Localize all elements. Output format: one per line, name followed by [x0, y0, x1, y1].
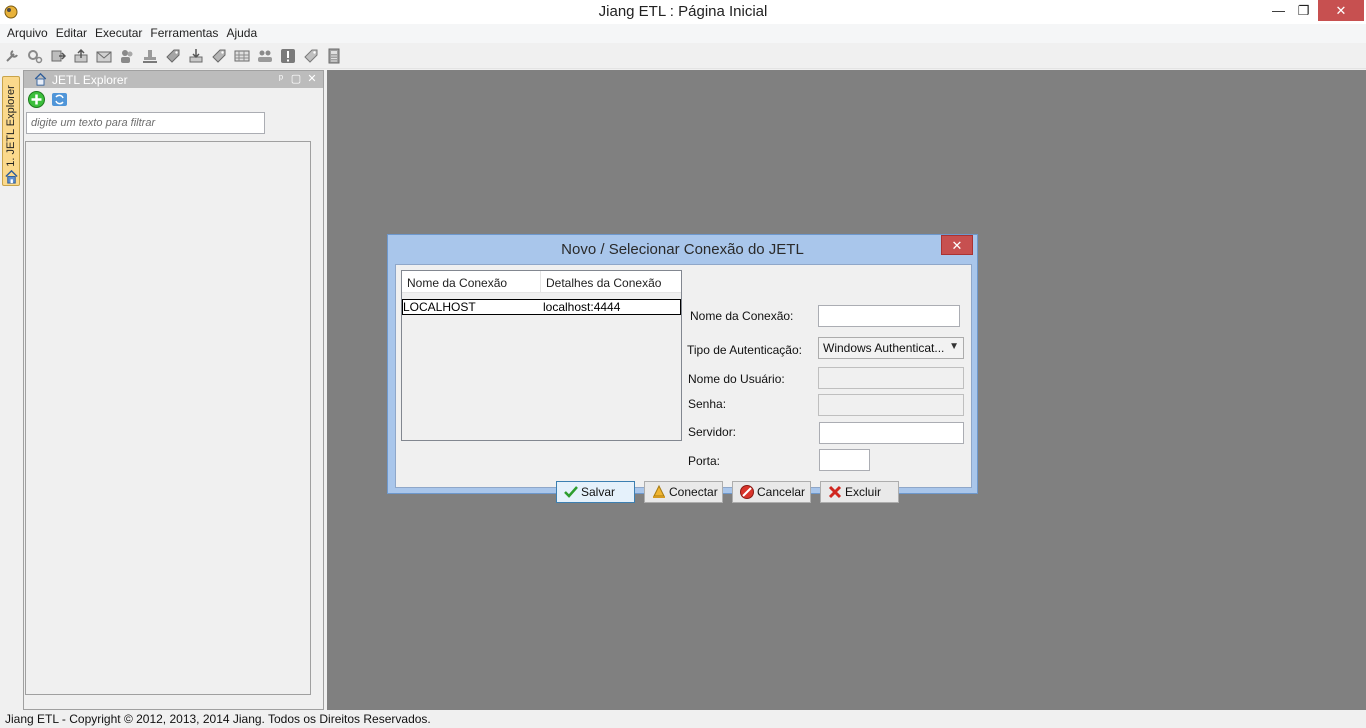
window-title: Jiang ETL : Página Inicial — [598, 3, 768, 20]
dialog-body: Nome da Conexão Detalhes da Conexão LOCA… — [395, 264, 972, 503]
close-icon — [828, 485, 842, 499]
table-row[interactable]: LOCALHOST localhost:4444 — [402, 299, 681, 315]
port-field[interactable] — [819, 449, 870, 471]
group-icon[interactable] — [257, 48, 273, 64]
menu-ferramentas[interactable]: Ferramentas — [146, 24, 222, 42]
column-header-name[interactable]: Nome da Conexão — [407, 276, 507, 290]
pin-icon[interactable]: ᵖ — [275, 72, 287, 86]
delete-button-label: Excluir — [845, 485, 882, 499]
menu-bar: Arquivo Editar Executar Ferramentas Ajuda — [0, 24, 1366, 43]
explorer-title: JETL Explorer — [52, 73, 128, 87]
home-icon — [34, 72, 47, 86]
menu-editar[interactable]: Editar — [52, 24, 91, 42]
alert-icon[interactable] — [280, 48, 296, 64]
download-icon[interactable] — [188, 48, 204, 64]
server-field[interactable] — [819, 422, 964, 444]
stamp-icon[interactable] — [142, 48, 158, 64]
explorer-actions — [24, 88, 323, 110]
tag-icon-2[interactable] — [211, 48, 227, 64]
username-field[interactable] — [818, 367, 964, 389]
close-panel-icon[interactable]: ✕ — [306, 72, 318, 86]
maximize-button[interactable]: ❐ — [1290, 0, 1317, 21]
auth-type-label: Tipo de Autenticação: — [687, 343, 802, 357]
status-text: Jiang ETL - Copyright © 2012, 2013, 2014… — [5, 712, 431, 726]
column-divider[interactable] — [540, 271, 541, 293]
password-label: Senha: — [688, 397, 727, 411]
explorer-header: JETL Explorer ᵖ ▢ ✕ — [24, 71, 323, 88]
connection-dialog: Novo / Selecionar Conexão do JETL ✕ Nome… — [387, 234, 978, 503]
users-icon[interactable] — [119, 48, 135, 64]
password-field[interactable] — [818, 394, 964, 416]
add-icon[interactable] — [27, 90, 46, 109]
connection-name-field[interactable] — [818, 305, 960, 327]
table-header: Nome da Conexão Detalhes da Conexão — [402, 271, 681, 293]
side-tab-strip: 1. JETL Explorer — [0, 70, 22, 710]
minimize-button[interactable]: — — [1265, 0, 1292, 21]
wrench-icon[interactable] — [4, 48, 20, 64]
menu-executar[interactable]: Executar — [91, 24, 146, 42]
delete-button[interactable]: Excluir — [820, 481, 899, 503]
connection-table: Nome da Conexão Detalhes da Conexão LOCA… — [401, 270, 682, 441]
cell-connection-details: localhost:4444 — [543, 300, 621, 314]
cell-connection-name: LOCALHOST — [403, 300, 476, 314]
float-icon[interactable]: ▢ — [290, 72, 302, 86]
home-icon — [5, 169, 18, 184]
auth-type-select[interactable]: Windows Authenticat... ▼ — [818, 337, 964, 359]
explorer-tree[interactable] — [25, 141, 311, 695]
cancel-icon — [740, 485, 754, 499]
tag-icon-3[interactable] — [303, 48, 319, 64]
checkmark-icon — [564, 486, 578, 498]
connect-button-label: Conectar — [669, 485, 718, 499]
save-button-label: Salvar — [581, 485, 616, 499]
server-label: Servidor: — [688, 425, 737, 439]
column-header-details[interactable]: Detalhes da Conexão — [546, 276, 661, 290]
status-bar: Jiang ETL - Copyright © 2012, 2013, 2014… — [0, 710, 1366, 728]
tab-jetl-explorer[interactable]: 1. JETL Explorer — [2, 76, 20, 186]
tab-jetl-explorer-label: 1. JETL Explorer — [5, 85, 17, 167]
title-bar: Jiang ETL : Página Inicial — ❐ ✕ — [0, 0, 1366, 24]
connect-button[interactable]: Conectar — [644, 481, 723, 503]
username-label: Nome do Usuário: — [688, 372, 785, 386]
menu-ajuda[interactable]: Ajuda — [222, 24, 261, 42]
mail-icon[interactable] — [96, 48, 112, 64]
dialog-title: Novo / Selecionar Conexão do JETL — [561, 241, 804, 258]
upload-icon[interactable] — [73, 48, 89, 64]
calculator-icon[interactable] — [326, 48, 342, 64]
save-button[interactable]: Salvar — [556, 481, 635, 503]
toolbar — [0, 43, 1366, 69]
jetl-explorer-panel: JETL Explorer ᵖ ▢ ✕ — [23, 70, 324, 710]
cancel-button[interactable]: Cancelar — [732, 481, 811, 503]
menu-arquivo[interactable]: Arquivo — [3, 24, 52, 42]
connection-name-label: Nome da Conexão: — [690, 309, 794, 323]
chevron-down-icon: ▼ — [949, 341, 959, 352]
refresh-icon[interactable] — [50, 90, 69, 109]
table-icon[interactable] — [234, 48, 250, 64]
export-icon[interactable] — [50, 48, 66, 64]
port-label: Porta: — [688, 454, 721, 468]
dialog-close-button[interactable]: ✕ — [941, 235, 973, 255]
close-window-button[interactable]: ✕ — [1318, 0, 1364, 21]
gear-cluster-icon[interactable] — [27, 48, 43, 64]
connect-icon — [653, 484, 665, 498]
cancel-button-label: Cancelar — [757, 485, 806, 499]
tag-icon[interactable] — [165, 48, 181, 64]
auth-type-value: Windows Authenticat... — [823, 341, 945, 355]
filter-input[interactable] — [26, 112, 265, 134]
